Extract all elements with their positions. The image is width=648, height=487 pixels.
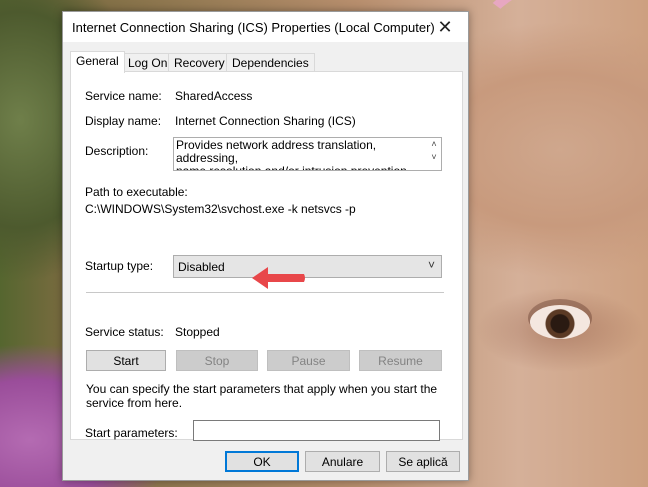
apply-button[interactable]: Se aplică bbox=[386, 451, 460, 472]
path-label: Path to executable: bbox=[85, 185, 188, 199]
pause-button[interactable]: Pause bbox=[267, 350, 350, 371]
service-status-label: Service status: bbox=[85, 325, 164, 339]
general-tab-panel: Service name: SharedAccess Display name:… bbox=[70, 71, 463, 441]
chevron-down-icon: ˅ bbox=[427, 258, 435, 272]
stop-button[interactable]: Stop bbox=[176, 350, 258, 371]
startup-type-value: Disabled bbox=[178, 260, 225, 274]
description-textbox[interactable]: Provides network address translation, ad… bbox=[173, 137, 442, 171]
service-status-value: Stopped bbox=[175, 325, 220, 339]
red-arrow-icon bbox=[252, 267, 305, 289]
scroll-up-icon[interactable]: ˄ bbox=[427, 138, 441, 151]
tab-general[interactable]: General bbox=[70, 51, 125, 73]
description-label: Description: bbox=[85, 144, 149, 158]
start-button[interactable]: Start bbox=[86, 350, 166, 371]
tab-dependencies[interactable]: Dependencies bbox=[226, 53, 315, 72]
scroll-down-icon[interactable]: ˅ bbox=[427, 151, 441, 164]
cancel-button[interactable]: Anulare bbox=[305, 451, 380, 472]
close-icon[interactable]: ✕ bbox=[422, 12, 468, 42]
display-name-value: Internet Connection Sharing (ICS) bbox=[175, 114, 356, 128]
resume-button[interactable]: Resume bbox=[359, 350, 442, 371]
path-value: C:\WINDOWS\System32\svchost.exe -k netsv… bbox=[85, 202, 356, 216]
service-properties-dialog: Internet Connection Sharing (ICS) Proper… bbox=[62, 11, 469, 481]
tab-recovery[interactable]: Recovery bbox=[168, 53, 231, 72]
startup-type-label: Startup type: bbox=[85, 259, 154, 273]
window-title: Internet Connection Sharing (ICS) Proper… bbox=[72, 20, 435, 35]
separator bbox=[86, 292, 444, 293]
start-parameters-input[interactable] bbox=[193, 420, 440, 441]
ok-button[interactable]: OK bbox=[225, 451, 299, 472]
display-name-label: Display name: bbox=[85, 114, 162, 128]
description-scrollbar[interactable]: ˄ ˅ bbox=[427, 138, 441, 170]
start-parameters-label: Start parameters: bbox=[85, 426, 178, 440]
background-eye bbox=[530, 305, 590, 339]
service-name-label: Service name: bbox=[85, 89, 162, 103]
service-name-value: SharedAccess bbox=[175, 89, 253, 103]
dialog-client: General Log On Recovery Dependencies Ser… bbox=[63, 42, 468, 480]
description-text: Provides network address translation, ad… bbox=[176, 138, 407, 171]
tab-log-on[interactable]: Log On bbox=[122, 53, 174, 72]
start-parameters-note: You can specify the start parameters tha… bbox=[86, 382, 438, 410]
title-bar: Internet Connection Sharing (ICS) Proper… bbox=[63, 12, 468, 42]
